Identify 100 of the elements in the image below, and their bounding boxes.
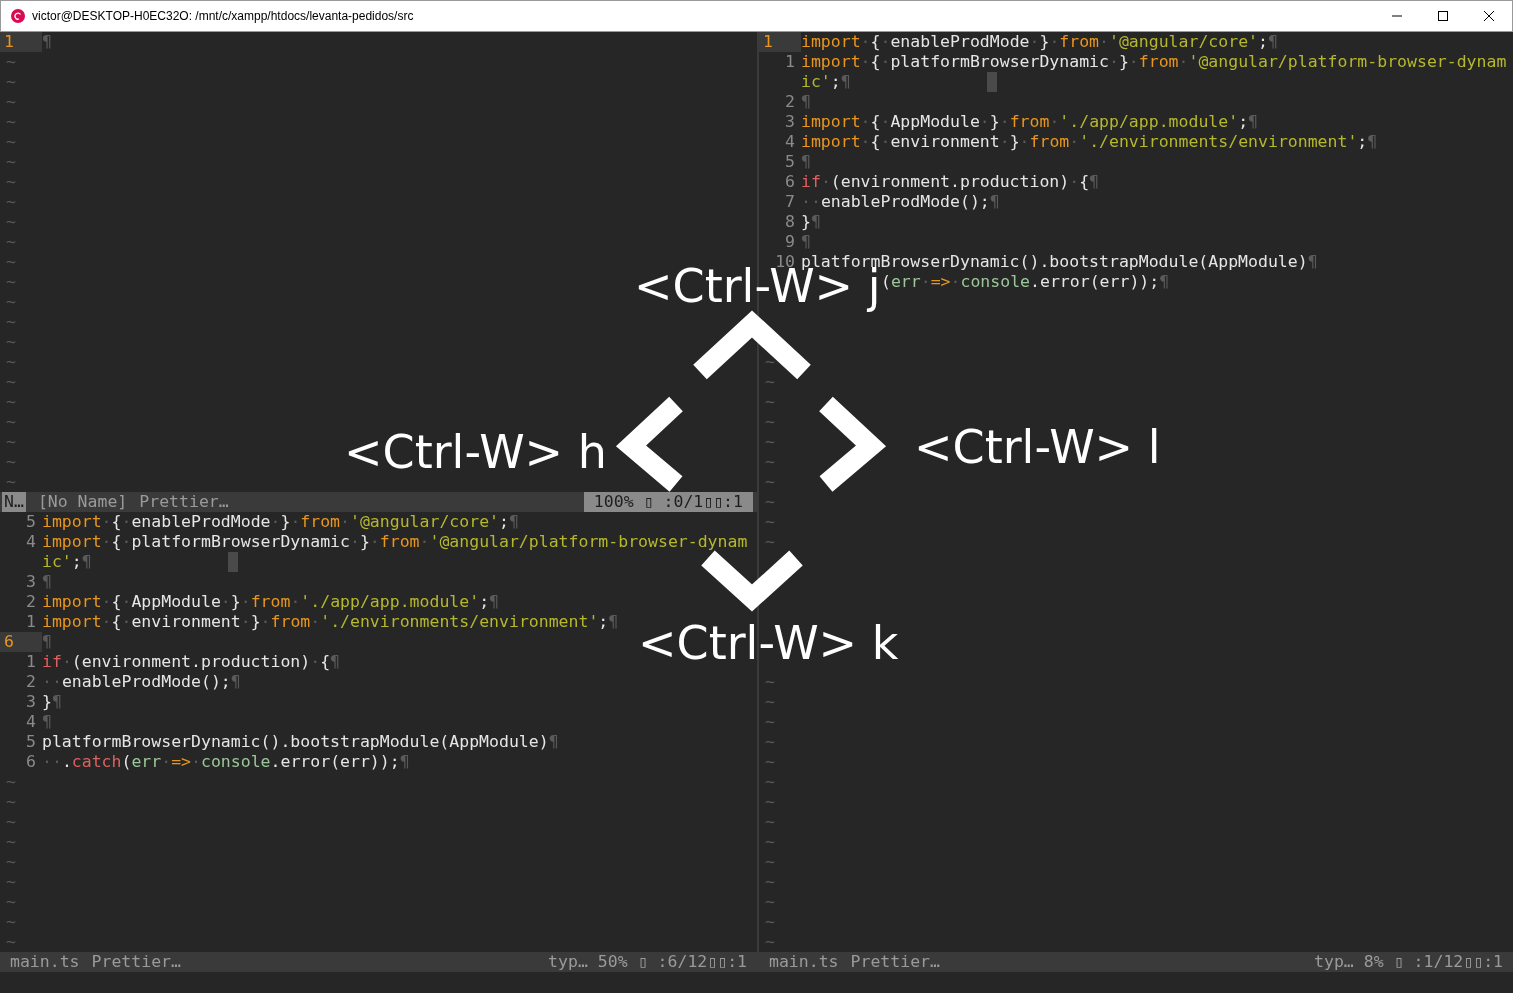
up-chevron-icon: [693, 310, 811, 380]
tilde-marker: ~: [6, 452, 16, 471]
tilde-marker: ~: [6, 832, 16, 851]
line-number: 9: [784, 232, 796, 252]
line-number: 5: [25, 512, 37, 532]
line-number: 4: [25, 532, 37, 552]
tilde-marker: ~: [765, 752, 775, 771]
code-line: if·(environment.production)·{¶: [42, 652, 341, 672]
close-icon: [1484, 11, 1494, 21]
line-number: 1: [0, 32, 42, 52]
status-text: :0/1▯▯:1: [663, 492, 743, 512]
code-line: ic';¶: [801, 72, 851, 92]
status-text: Prettier…: [850, 952, 940, 972]
tilde-marker: ~: [6, 812, 16, 831]
code-line: ¶: [42, 572, 52, 592]
tilde-marker: ~: [6, 332, 16, 351]
tilde-marker: ~: [765, 672, 775, 691]
status-text: main.ts: [769, 952, 839, 972]
tilde-marker: ~: [765, 932, 775, 951]
line-number: 5: [784, 152, 796, 172]
mode-indicator: N…: [2, 492, 26, 512]
code-line: }¶: [801, 212, 821, 232]
shortcut-label: <Ctrl-W> l: [914, 430, 1161, 464]
line-number: 1: [25, 652, 37, 672]
tilde-marker: ~: [765, 352, 775, 371]
line-number: 4: [25, 712, 37, 732]
status-text: Prettier…: [91, 952, 181, 972]
line-number: 6: [784, 172, 796, 192]
code-line: ¶: [42, 712, 52, 732]
tilde-marker: ~: [765, 492, 775, 511]
tilde-marker: ~: [765, 472, 775, 491]
code-line: import·{·environment·}·from·'./environments/environment';¶: [42, 612, 619, 632]
tilde-marker: ~: [6, 432, 16, 451]
tilde-marker: ~: [6, 232, 16, 251]
tilde-marker: ~: [6, 872, 16, 891]
tilde-marker: ~: [6, 72, 16, 91]
tilde-marker: ~: [6, 352, 16, 371]
code-line: ¶: [42, 632, 52, 652]
maximize-icon: [1438, 11, 1448, 21]
tilde-marker: ~: [765, 812, 775, 831]
status-text: [No Name]: [37, 492, 128, 512]
code-line: (err·=>·console.error(err));¶: [881, 272, 1170, 292]
tilde-marker: ~: [765, 692, 775, 711]
code-line: ¶: [801, 152, 811, 172]
right-chevron-icon: [819, 396, 887, 492]
tilde-marker: ~: [6, 292, 16, 311]
tilde-marker: ~: [6, 132, 16, 151]
tilde-marker: ~: [765, 732, 775, 751]
status-text: ▯: [643, 492, 654, 512]
code-line: ¶: [42, 32, 52, 52]
tilde-marker: ~: [765, 712, 775, 731]
tilde-marker: ~: [765, 872, 775, 891]
code-line: import·{·platformBrowserDynamic·}·from·'@angular/platform-browser-dynam: [42, 532, 748, 552]
tilde-marker: ~: [765, 772, 775, 791]
line-number: 1: [784, 52, 796, 72]
tilde-marker: ~: [6, 412, 16, 431]
code-line: }¶: [42, 692, 62, 712]
code-line: if·(environment.production)·{¶: [801, 172, 1100, 192]
line-number: 8: [784, 212, 796, 232]
line-number: 2: [784, 92, 796, 112]
tilde-marker: ~: [6, 392, 16, 411]
code-line: import·{·AppModule·}·from·'./app/app.module';¶: [801, 112, 1258, 132]
tilde-marker: ~: [6, 912, 16, 931]
tilde-marker: ~: [765, 392, 775, 411]
tilde-marker: ~: [6, 92, 16, 111]
tilde-marker: ~: [6, 52, 16, 71]
status-text: ▯: [1393, 952, 1404, 972]
tilde-marker: ~: [6, 312, 16, 331]
code-line: ¶: [801, 232, 811, 252]
tilde-marker: ~: [765, 432, 775, 451]
line-number: 3: [25, 692, 37, 712]
tilde-marker: ~: [6, 932, 16, 951]
window-title: victor@DESKTOP-H0EC32O: /mnt/c/xampp/htdocs/levanta-pedidos/src: [32, 8, 414, 25]
tilde-marker: ~: [6, 272, 16, 291]
status-text: 100%: [593, 492, 634, 512]
tilde-marker: ~: [765, 892, 775, 911]
tilde-marker: ~: [6, 372, 16, 391]
status-text: :6/12▯▯:1: [657, 952, 747, 972]
tilde-marker: ~: [765, 532, 775, 551]
code-line: import·{·enableProdMode·}·from·'@angular/core';¶: [801, 32, 1278, 52]
line-number: 7: [784, 192, 796, 212]
shortcut-label: <Ctrl-W> k: [638, 626, 899, 660]
line-number: 2: [25, 672, 37, 692]
status-text: 8%: [1363, 952, 1384, 972]
code-line: import·{·enableProdMode·}·from·'@angular/core';¶: [42, 512, 519, 532]
code-line: ··enableProdMode();¶: [42, 672, 241, 692]
line-number: 3: [784, 112, 796, 132]
code-line: ¶: [801, 92, 811, 112]
status-text: typ…: [1314, 952, 1354, 972]
tilde-marker: ~: [765, 372, 775, 391]
line-number: 6: [0, 632, 42, 652]
code-line: import·{·platformBrowserDynamic·}·from·'@angular/platform-browser-dynam: [801, 52, 1507, 72]
line-number: 4: [784, 132, 796, 152]
tilde-marker: ~: [6, 472, 16, 491]
line-number: 1: [25, 612, 37, 632]
code-line: ··enableProdMode();¶: [801, 192, 1000, 212]
tilde-marker: ~: [6, 172, 16, 191]
tilde-marker: ~: [765, 452, 775, 471]
status-text: :1/12▯▯:1: [1413, 952, 1503, 972]
code-line: import·{·environment·}·from·'./environments/environment';¶: [801, 132, 1378, 152]
